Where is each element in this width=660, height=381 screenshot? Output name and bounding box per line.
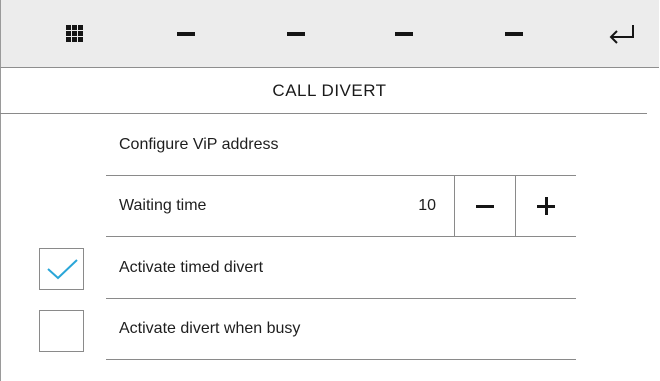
- back-button[interactable]: [591, 0, 651, 67]
- toolbar-slot-3[interactable]: [369, 0, 439, 67]
- waiting-time-label: Waiting time: [119, 197, 207, 214]
- timed-divert-item[interactable]: Activate timed divert: [106, 238, 576, 299]
- dash-icon: [177, 31, 195, 36]
- dash-icon: [505, 31, 523, 36]
- divert-busy-label: Activate divert when busy: [119, 320, 301, 337]
- top-toolbar: [0, 0, 659, 68]
- toolbar-slot-4[interactable]: [479, 0, 549, 67]
- return-arrow-icon: [609, 24, 634, 44]
- title-divider: [0, 113, 647, 114]
- divert-busy-item[interactable]: Activate divert when busy: [106, 299, 576, 360]
- grid-icon: [65, 25, 83, 42]
- waiting-time-decrease-button[interactable]: [454, 176, 515, 236]
- page-title: CALL DIVERT: [272, 81, 387, 100]
- waiting-time-increase-button[interactable]: [515, 176, 576, 236]
- divert-busy-checkbox[interactable]: [39, 310, 84, 352]
- plus-icon: [537, 197, 555, 215]
- minus-icon: [476, 204, 494, 208]
- waiting-time-row: Waiting time 10: [106, 176, 576, 237]
- configure-vip-address-label: Configure ViP address: [119, 136, 279, 153]
- timed-divert-label: Activate timed divert: [119, 259, 264, 276]
- menu-button[interactable]: [39, 0, 109, 67]
- toolbar-slot-1[interactable]: [151, 0, 221, 67]
- configure-vip-address-item[interactable]: Configure ViP address: [106, 115, 576, 176]
- dash-icon: [395, 31, 413, 36]
- dash-icon: [287, 31, 305, 36]
- waiting-time-value: 10: [418, 197, 436, 214]
- checkmark-icon: [47, 259, 78, 280]
- toolbar-slot-2[interactable]: [261, 0, 331, 67]
- timed-divert-checkbox[interactable]: [39, 248, 84, 290]
